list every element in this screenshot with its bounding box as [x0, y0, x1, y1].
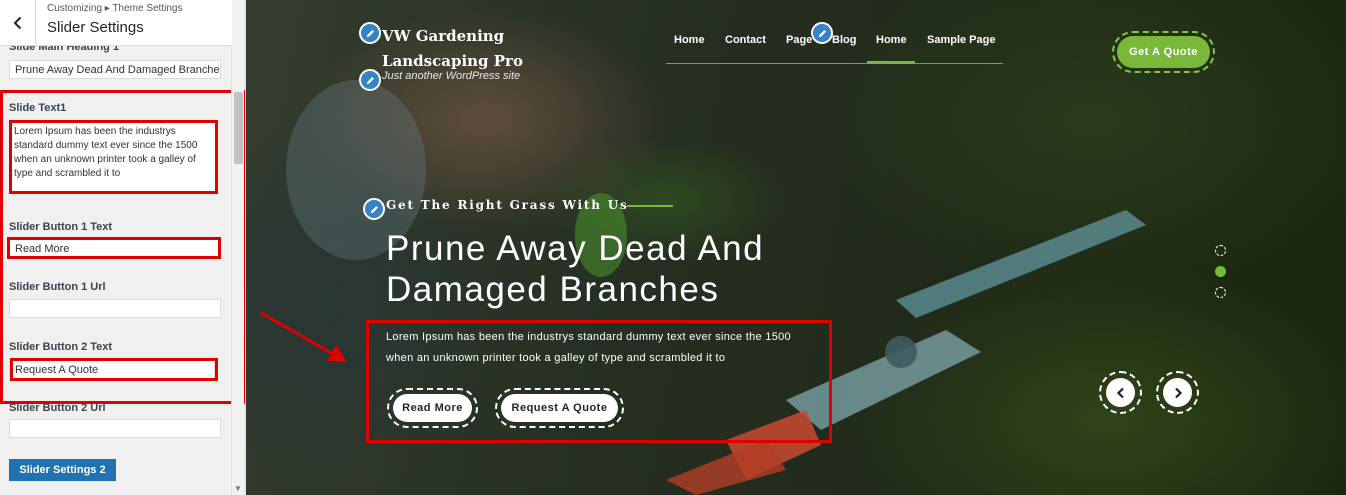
main-nav: Home Contact Page Blog Home Sample Page	[666, 26, 1003, 64]
chevron-left-icon	[1116, 387, 1124, 398]
slider-button-1-url-input[interactable]	[9, 299, 221, 318]
slider-next-inner	[1163, 378, 1192, 407]
annotation-box-btn1	[7, 237, 221, 259]
pencil-icon	[370, 205, 378, 213]
slider-dot-1[interactable]	[1215, 245, 1226, 256]
slider-button-2-url-input[interactable]	[9, 419, 221, 438]
scrollbar-thumb[interactable]	[234, 92, 243, 164]
annotation-box-btn2	[10, 358, 218, 381]
request-a-quote-label: Request A Quote	[501, 394, 618, 422]
site-title[interactable]: VW Gardening Landscaping Pro	[382, 24, 562, 74]
edit-slide-pencil[interactable]	[363, 198, 385, 220]
slider-prev-button[interactable]	[1099, 371, 1142, 414]
slider-dot-2[interactable]	[1215, 266, 1226, 277]
pencil-icon	[366, 29, 374, 37]
panel-title: Slider Settings	[47, 19, 144, 36]
breadcrumb: Customizing ▸ Theme Settings	[47, 3, 183, 14]
slider-dot-3[interactable]	[1215, 287, 1226, 298]
slider-button-2-text-label: Slider Button 2 Text	[9, 341, 113, 353]
nav-active-indicator	[867, 61, 915, 64]
slide-main-heading-input[interactable]: Prune Away Dead And Damaged Branches	[9, 60, 221, 79]
request-a-quote-button[interactable]: Request A Quote	[495, 388, 624, 428]
slider-button-1-url-label: Slider Button 1 Url	[9, 281, 106, 293]
read-more-button[interactable]: Read More	[387, 388, 478, 428]
read-more-label: Read More	[393, 394, 472, 422]
get-a-quote-label: Get A Quote	[1117, 36, 1210, 68]
get-a-quote-button[interactable]: Get A Quote	[1112, 31, 1215, 73]
nav-item-sample-page[interactable]: Sample Page	[927, 34, 995, 46]
slider-settings-2-button[interactable]: Slider Settings 2	[9, 459, 116, 481]
annotation-box-text	[9, 120, 218, 194]
nav-item-blog[interactable]: Blog	[832, 34, 856, 46]
nav-item-page[interactable]: Page	[786, 34, 812, 46]
slider-button-1-text-label: Slider Button 1 Text	[9, 221, 113, 233]
edit-tagline-pencil[interactable]	[359, 69, 381, 91]
site-tagline: Just another WordPress site	[382, 70, 521, 82]
pencil-icon	[818, 29, 826, 37]
chevron-right-icon	[1174, 387, 1182, 398]
slide-eyebrow: Get The Right Grass With Us	[386, 198, 629, 212]
slider-next-button[interactable]	[1156, 371, 1199, 414]
slider-button-2-url-label: Slider Button 2 Url	[9, 402, 106, 414]
slide-description: Lorem Ipsum has been the industrys stand…	[386, 331, 791, 364]
customizer-header: Customizing ▸ Theme Settings Slider Sett…	[0, 0, 232, 46]
site-preview: VW Gardening Landscaping Pro Just anothe…	[246, 0, 1346, 495]
eyebrow-divider	[627, 205, 673, 207]
nav-item-home[interactable]: Home	[674, 34, 705, 46]
slide-headline: Prune Away Dead And Damaged Branches	[386, 229, 765, 309]
nav-item-home-active[interactable]: Home	[876, 34, 907, 46]
edit-site-title-pencil[interactable]	[359, 22, 381, 44]
nav-item-contact[interactable]: Contact	[725, 34, 766, 46]
scroll-down-icon[interactable]: ▼	[234, 484, 242, 493]
slider-prev-inner	[1106, 378, 1135, 407]
slide-text-label: Slide Text1	[9, 102, 67, 114]
back-arrow-icon	[13, 16, 21, 30]
sidebar-scrollbar[interactable]: ▼	[231, 0, 244, 495]
back-button[interactable]	[0, 0, 36, 46]
pencil-icon	[366, 76, 374, 84]
customizer-sidebar: Slide Main Heading 1 Prune Away Dead And…	[0, 0, 246, 495]
edit-menu-pencil[interactable]	[811, 22, 833, 44]
